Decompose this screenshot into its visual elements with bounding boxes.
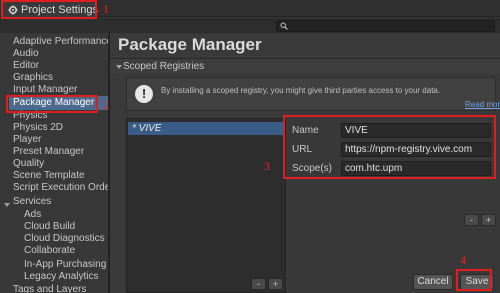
url-label: URL (292, 144, 313, 155)
window-title: Project Settings (21, 4, 99, 16)
remove-registry-button[interactable]: - (251, 278, 266, 290)
search-input[interactable] (276, 20, 495, 32)
name-label: Name (292, 125, 319, 136)
sidebar-item-script-execution-order[interactable]: Script Execution Orde (13, 182, 108, 194)
section-title: Scoped Registries (123, 61, 205, 72)
annotation-number-1: 1 (103, 2, 109, 16)
add-scope-button[interactable]: + (481, 214, 496, 226)
gear-icon (8, 5, 18, 15)
name-field[interactable]: VIVE (341, 123, 491, 138)
sidebar-item-physics-2d[interactable]: Physics 2D (13, 122, 63, 134)
sidebar-item-ads[interactable]: Ads (24, 209, 41, 221)
scopes-label: Scope(s) (292, 163, 333, 174)
exclamation-icon: ! (135, 85, 153, 103)
sidebar-item-tags-and-layers[interactable]: Tags and Layers (13, 284, 86, 293)
sidebar-item-cloud-diagnostics[interactable]: Cloud Diagnostics (24, 233, 105, 245)
sidebar-item-physics[interactable]: Physics (13, 110, 47, 122)
window-titlebar: Project Settings (0, 0, 500, 18)
sidebar-item-cloud-build[interactable]: Cloud Build (24, 221, 75, 233)
sidebar-item-package-manager[interactable]: Package Manager (13, 97, 94, 109)
annotation-number-3: 3 (264, 159, 270, 173)
sidebar-item-in-app-purchasing[interactable]: In-App Purchasing (24, 259, 106, 271)
read-more-link[interactable]: Read more (465, 100, 500, 109)
warning-info-box: ! By installing a scoped registry, you m… (126, 77, 500, 111)
annotation-number-2: 2 (103, 98, 109, 112)
list-item[interactable]: * VIVE (128, 122, 284, 135)
sidebar-item-input-manager[interactable]: Input Manager (13, 84, 78, 96)
sidebar-item-legacy-analytics[interactable]: Legacy Analytics (24, 271, 99, 283)
foldout-caret-icon (116, 65, 122, 69)
scope-field[interactable]: com.htc.upm (341, 161, 491, 176)
settings-toolbar (0, 18, 500, 33)
settings-sidebar: Adaptive Performance Audio Editor Graphi… (0, 33, 108, 293)
remove-scope-button[interactable]: - (464, 214, 479, 226)
sidebar-item-services[interactable]: Services (13, 196, 51, 208)
info-message: By installing a scoped registry, you mig… (161, 86, 441, 95)
sidebar-item-adaptive-performance[interactable]: Adaptive Performance (13, 36, 108, 48)
search-icon (280, 22, 288, 30)
annotation-number-4: 4 (460, 253, 466, 267)
sidebar-item-preset-manager[interactable]: Preset Manager (13, 146, 84, 158)
project-settings-tab[interactable]: Project Settings (2, 1, 98, 18)
page-title: Package Manager (118, 35, 262, 54)
save-button[interactable]: Save (460, 274, 494, 290)
sidebar-item-collaborate[interactable]: Collaborate (24, 245, 75, 257)
scoped-registries-foldout[interactable]: Scoped Registries (110, 58, 500, 74)
sidebar-item-audio[interactable]: Audio (13, 48, 39, 60)
sidebar-item-player[interactable]: Player (13, 134, 41, 146)
services-expand-caret-icon[interactable] (4, 203, 10, 207)
url-field[interactable]: https://npm-registry.vive.com (341, 142, 491, 157)
add-registry-button[interactable]: + (268, 278, 283, 290)
sidebar-item-graphics[interactable]: Graphics (13, 72, 53, 84)
registry-item-label: * VIVE (132, 123, 162, 134)
registry-list: * VIVE - + (126, 118, 286, 293)
cancel-button[interactable]: Cancel (413, 274, 453, 290)
package-manager-panel: Package Manager Scoped Registries ! By i… (110, 33, 500, 293)
registry-details: Name VIVE URL https://npm-registry.vive.… (288, 118, 500, 293)
sidebar-item-editor[interactable]: Editor (13, 60, 39, 72)
sidebar-item-quality[interactable]: Quality (13, 158, 44, 170)
sidebar-item-scene-template[interactable]: Scene Template (13, 170, 85, 182)
